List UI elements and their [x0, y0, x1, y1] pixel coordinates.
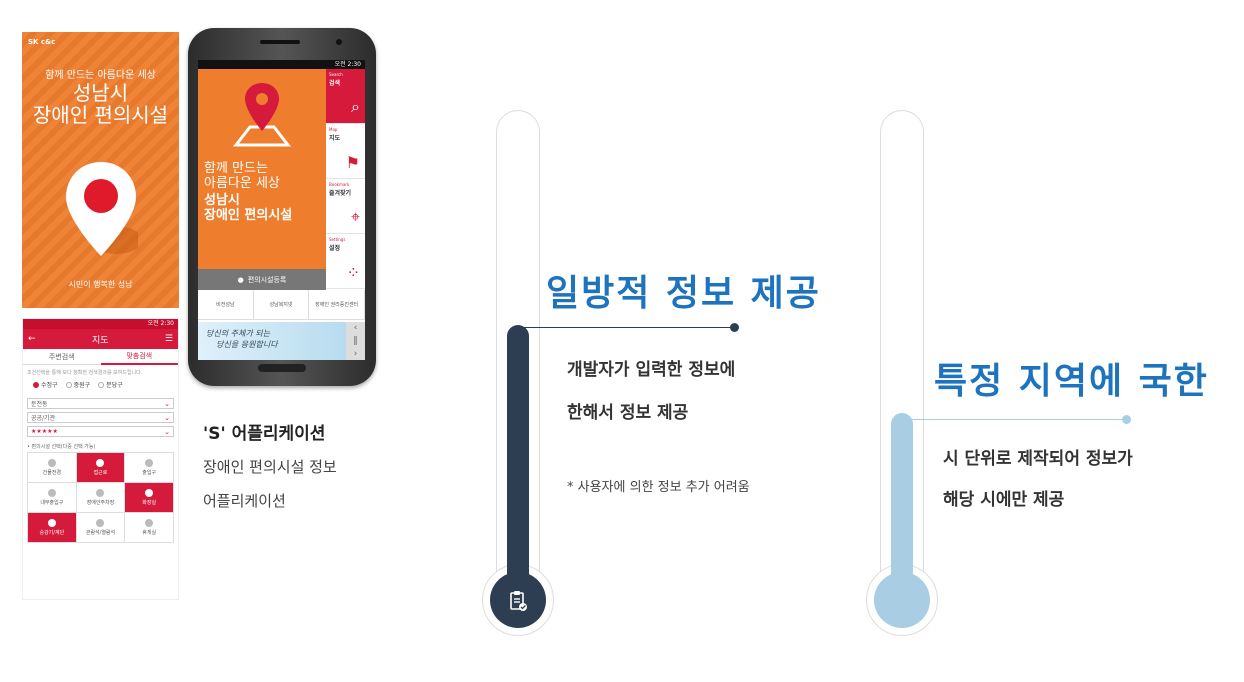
chevron-down-icon: ⌄	[164, 399, 170, 408]
chevron-down-icon: ⌄	[164, 413, 170, 422]
facility-cell[interactable]: 승강기/계단	[28, 513, 77, 543]
dong-select[interactable]: 둔전동 ⌄	[27, 398, 174, 409]
map-flag-icon: ⚑	[345, 153, 360, 172]
phone-screen: 오전 2:30 함께 만드는 아름다운 세상 성남시 장애인 편의시설 Search…	[198, 60, 365, 360]
tab-custom-search[interactable]: 맞춤검색	[100, 349, 178, 365]
link-rights-center[interactable]: 장애인 권리증진센터	[309, 290, 365, 319]
facility-cell[interactable]: 내부출입구	[28, 483, 77, 513]
facility-grid-label: • 편의시설 선택(다중 선택 가능)	[27, 444, 96, 450]
radio-bundang[interactable]: 분당구	[98, 380, 123, 389]
check-icon	[145, 489, 154, 497]
facility-cell[interactable]: 장애인주차장	[76, 483, 126, 513]
menu-map[interactable]: Map 지도 ⚑	[326, 124, 365, 179]
chevron-left-icon[interactable]: ‹	[354, 323, 358, 333]
app-header-title: 지도	[91, 335, 109, 346]
dots-icon: ⁘	[346, 263, 360, 282]
leader-line-left	[518, 327, 734, 328]
tab-nearby-search[interactable]: 주변검색	[23, 349, 101, 365]
right-desc-line2: 해당 시에만 제공	[943, 490, 1065, 510]
check-icon	[96, 459, 105, 467]
back-arrow-icon[interactable]: ←	[28, 334, 36, 344]
check-icon	[47, 519, 56, 527]
phone-hero: 함께 만드는 아름다운 세상 성남시 장애인 편의시설	[198, 69, 326, 269]
clipboard-check-icon	[510, 591, 527, 611]
thermometer-right-mercury-bulb	[874, 572, 930, 628]
poster-slogan: 시민이 행복한 성남	[68, 280, 133, 289]
facility-cell[interactable]: 화장실	[125, 483, 174, 513]
phone-status-bar: 오전 2:30	[198, 60, 365, 69]
district-radios: 수정구 중원구 분당구	[23, 378, 178, 395]
banner-nav: ‹ ‖ ›	[346, 322, 365, 360]
heading-region-limited: 특정 지역에 국한	[934, 361, 1209, 402]
check-icon	[47, 489, 56, 497]
banner-text: 당신의 주체가 되는 당신을 응원합니다	[206, 329, 278, 349]
check-icon	[145, 459, 154, 467]
facility-cell[interactable]: 관람석/열람석	[76, 513, 126, 543]
link-vision-seongnam[interactable]: 비전성남	[198, 290, 254, 319]
poster-title-line1: 성남시	[72, 81, 129, 105]
chevron-down-icon: ⌄	[164, 427, 170, 436]
check-icon	[96, 519, 105, 527]
status-bar: 오전 2:30	[23, 319, 178, 329]
phone-camera	[336, 39, 342, 45]
poster-image: SK c&c 함께 만드는 아름다운 세상 성남시 장애인 편의시설 시민이 행…	[22, 32, 179, 308]
left-desc-line2: 한해서 정보 제공	[567, 403, 689, 423]
phone-banner: 당신의 주체가 되는 당신을 응원합니다	[198, 322, 346, 360]
facility-cell[interactable]: 건물전경	[28, 453, 77, 483]
left-note: * 사용자에 의한 정보 추가 어려움	[567, 480, 750, 495]
register-facility-button[interactable]: ● 편의시설등록	[198, 269, 326, 290]
app-caption-title: 'S' 어플리케이션	[203, 424, 326, 444]
leader-dot-right	[1122, 415, 1131, 424]
phone-side-menu: Search 검색 ⌕ Map 지도 ⚑ Bookmark 즐겨찾기 ⌖ Settin…	[326, 69, 365, 290]
location-pin-icon	[66, 162, 138, 256]
left-desc-line1: 개발자가 입력한 정보에	[567, 360, 736, 380]
menu-bookmark[interactable]: Bookmark 즐겨찾기 ⌖	[326, 179, 365, 234]
phone-mockup: 오전 2:30 함께 만드는 아름다운 세상 성남시 장애인 편의시설 Search…	[188, 28, 376, 386]
app-caption-line2: 어플리케이션	[203, 492, 286, 510]
radio-sujeong[interactable]: 수정구	[33, 380, 58, 389]
sk-logo: SK c&c	[28, 38, 56, 46]
search-note: 조건선택을 통해 보다 정확한 검색결과를 보여드립니다.	[27, 370, 143, 376]
phone-home-button	[258, 364, 306, 372]
check-icon	[96, 489, 105, 497]
app-header: ← 지도 ☰	[23, 329, 178, 349]
monitor-search-icon: ⌕	[351, 97, 360, 116]
facility-cell[interactable]: 출입구	[125, 453, 174, 483]
facility-cell[interactable]: 접근로	[76, 453, 126, 483]
menu-settings[interactable]: Settings 설정 ⁘	[326, 234, 365, 289]
rating-select[interactable]: ★★★★★ ⌄	[27, 426, 174, 437]
app-caption-line1: 장애인 편의시설 정보	[203, 458, 337, 476]
map-app-screenshot: 오전 2:30 ← 지도 ☰ 주변검색 맞춤검색 조건선택을 통해 보다 정확한…	[22, 318, 179, 600]
mouse-icon: ⌖	[350, 207, 360, 226]
check-icon	[145, 519, 154, 527]
search-tabs: 주변검색 맞춤검색	[23, 349, 178, 365]
phone-links: 비전성남 성남복지넷 장애인 권리증진센터	[198, 290, 365, 320]
facility-grid: 건물전경 접근로 출입구 내부출입구 장애인주차장 화장실 승강기/계단 관람석…	[27, 452, 174, 543]
phone-hero-title: 성남시 장애인 편의시설	[204, 193, 293, 223]
pause-icon[interactable]: ‖	[353, 336, 358, 346]
poster-subtitle: 함께 만드는 아름다운 세상	[45, 70, 156, 81]
map-pin-icon	[232, 83, 292, 147]
link-welfare-net[interactable]: 성남복지넷	[254, 290, 310, 319]
phone-speaker	[260, 40, 300, 44]
poster-title-line2: 장애인 편의시설	[32, 103, 169, 127]
category-select[interactable]: 공공/기관 ⌄	[27, 412, 174, 423]
check-icon	[47, 459, 56, 467]
leader-line-right	[902, 419, 1126, 420]
hamburger-icon[interactable]: ☰	[165, 334, 173, 344]
menu-search[interactable]: Search 검색 ⌕	[326, 69, 365, 124]
person-icon: ●	[237, 275, 244, 284]
right-desc-line1: 시 단위로 제작되어 정보가	[943, 449, 1133, 469]
radio-jungwon[interactable]: 중원구	[65, 380, 90, 389]
leader-dot-left	[730, 323, 739, 332]
thermometer-right-mercury	[891, 413, 913, 595]
heading-one-way-info: 일방적 정보 제공	[546, 273, 821, 314]
thermometer-left-mercury	[507, 325, 529, 595]
phone-hero-subtitle: 함께 만드는 아름다운 세상	[204, 161, 280, 191]
facility-cell[interactable]: 휴게실	[125, 513, 174, 543]
chevron-right-icon[interactable]: ›	[354, 349, 358, 359]
